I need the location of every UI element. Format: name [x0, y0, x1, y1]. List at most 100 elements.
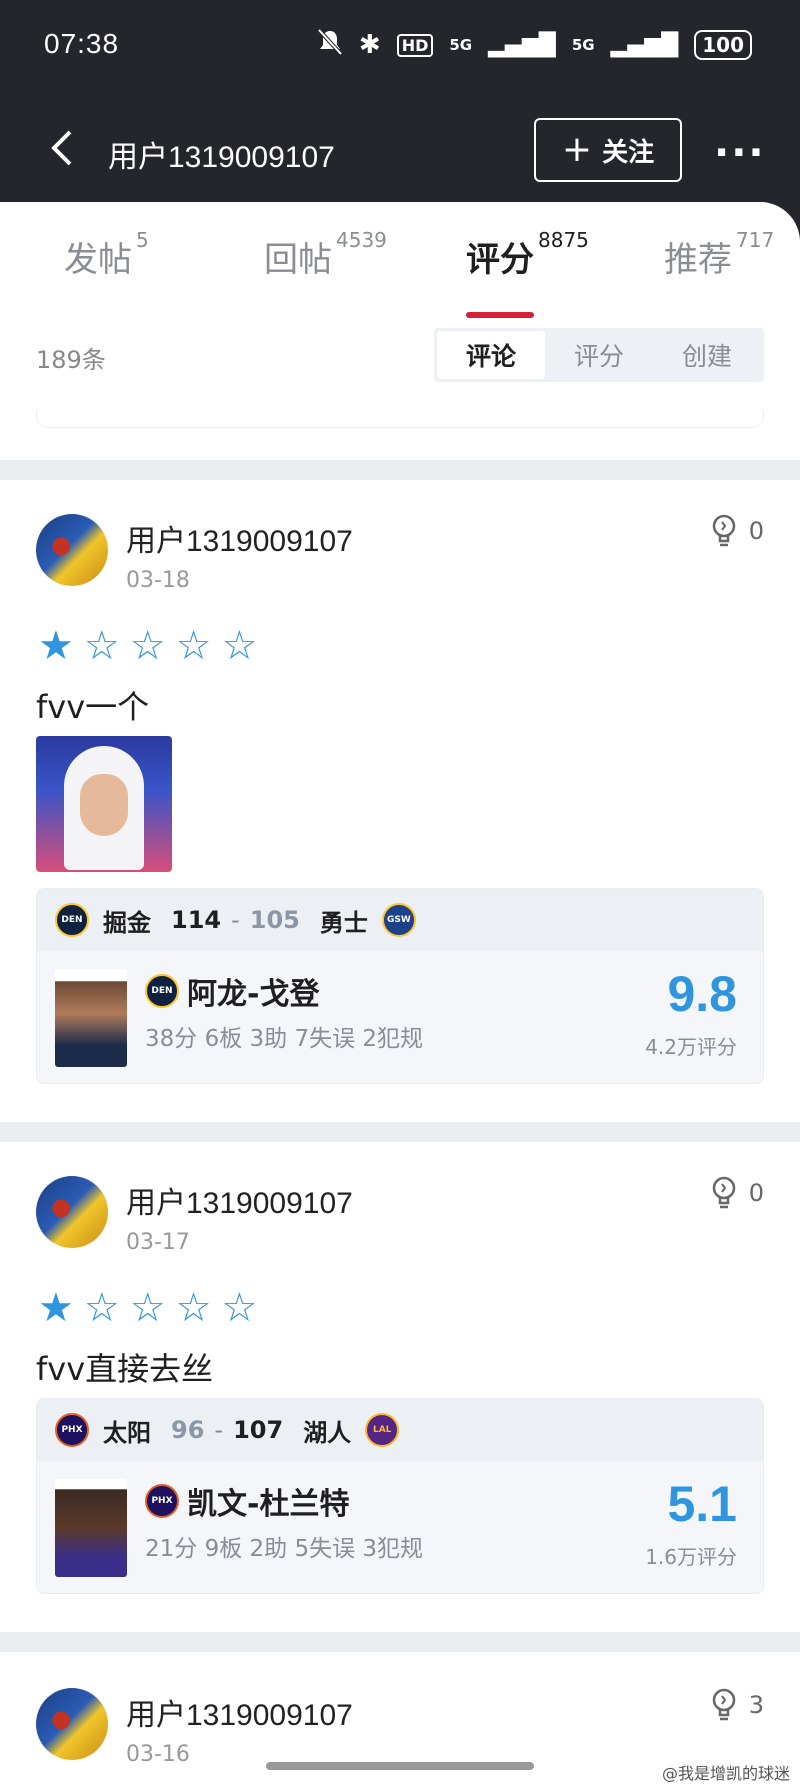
- hd-icon: HD: [396, 33, 434, 57]
- mute-bell-icon: [317, 28, 343, 62]
- username[interactable]: 用户1319009107: [126, 1690, 353, 1734]
- away-team: 勇士: [319, 908, 368, 937]
- username[interactable]: 用户1319009107: [126, 1178, 353, 1222]
- star-rating: ★ ☆ ☆ ☆ ☆: [38, 1288, 257, 1328]
- player-stats: 38分 6板 3助 7失误 2犯规: [145, 1026, 424, 1052]
- status-bar: 07:38 ✱ HD 5G ▂▄▆█ 5G ▂▄▆█ 100: [0, 0, 800, 96]
- item-count: 189条: [36, 346, 106, 374]
- active-tab-indicator: [466, 312, 534, 318]
- tab-recommend[interactable]: 推荐 717: [664, 228, 774, 281]
- signal-bars-icon: ▂▄▆█: [488, 32, 556, 58]
- segment-ratings[interactable]: 评分: [545, 331, 653, 379]
- tab-posts[interactable]: 发帖 5: [64, 228, 149, 281]
- comment-text: fvv一个: [36, 688, 150, 726]
- lightbulb-icon: [712, 514, 735, 547]
- signal-5g-2-icon: 5G: [571, 36, 595, 54]
- like-count: 0: [748, 1179, 764, 1207]
- game-header: DEN 掘金 114 - 105 勇士 GSW: [37, 889, 763, 951]
- tab-replies[interactable]: 回帖 4539: [264, 228, 387, 281]
- lightbulb-icon: [712, 1688, 735, 1721]
- like-button[interactable]: 3: [711, 1688, 764, 1722]
- player-name: 凯文-杜兰特: [187, 1487, 350, 1522]
- tab-count: 8875: [538, 228, 589, 252]
- star-empty-icon: ☆: [129, 1285, 166, 1331]
- more-options-icon[interactable]: ···: [714, 130, 766, 176]
- home-team: 掘金: [103, 908, 151, 937]
- star-empty-icon: ☆: [221, 623, 258, 669]
- lightbulb-icon: [712, 1176, 735, 1209]
- suns-logo-icon: PHX: [145, 1484, 179, 1518]
- star-filled-icon: ★: [38, 623, 74, 669]
- watermark: @我是增凯的球迷: [661, 1764, 790, 1783]
- back-arrow-icon[interactable]: [48, 128, 78, 168]
- star-empty-icon: ☆: [221, 1285, 258, 1331]
- star-empty-icon: ☆: [129, 623, 166, 669]
- avatar[interactable]: [36, 514, 108, 586]
- like-button[interactable]: 0: [711, 514, 764, 548]
- battery-icon: 100: [694, 30, 752, 60]
- signal-bars-2-icon: ▂▄▆█: [610, 32, 679, 58]
- lakers-logo-icon: LAL: [365, 1413, 400, 1447]
- star-empty-icon: ☆: [175, 1285, 212, 1331]
- segment-created[interactable]: 创建: [653, 331, 761, 379]
- avatar[interactable]: [36, 1688, 108, 1760]
- avatar[interactable]: [36, 1176, 108, 1248]
- like-count: 3: [748, 1691, 764, 1719]
- player-name: 阿龙-戈登: [187, 977, 320, 1012]
- home-team: 太阳: [103, 1418, 151, 1447]
- star-rating: ★ ☆ ☆ ☆ ☆: [38, 626, 257, 666]
- rating-count: 4.2万评分: [645, 1035, 737, 1059]
- star-empty-icon: ☆: [175, 623, 212, 669]
- game-rating-card[interactable]: PHX 太阳 96 - 107 湖人 LAL PHX 凯文-杜兰特 21分 9板…: [36, 1398, 764, 1594]
- tab-sheet: 发帖 5 回帖 4539 评分 8875 推荐 717 189条 评论 评分 创建: [0, 202, 800, 460]
- follow-button[interactable]: + 关注: [534, 118, 682, 182]
- tab-bar: 发帖 5 回帖 4539 评分 8875 推荐 717: [0, 222, 800, 318]
- comment-card: 用户1319009107 03-17 0 ★ ☆ ☆ ☆ ☆ fvv直接去丝 P…: [0, 1142, 800, 1632]
- status-time: 07:38: [44, 28, 120, 59]
- like-count: 0: [748, 517, 764, 545]
- comment-card: 用户1319009107 03-18 0 ★ ☆ ☆ ☆ ☆ fvv一个 DEN…: [0, 480, 800, 1122]
- home-score: 96: [171, 1416, 205, 1444]
- tab-count: 4539: [336, 228, 387, 252]
- player-rating: 5.1: [667, 1476, 737, 1532]
- comment-text: fvv直接去丝: [36, 1350, 214, 1388]
- away-score: 105: [249, 906, 300, 934]
- away-score: 107: [233, 1416, 284, 1444]
- player-row: PHX 凯文-杜兰特 21分 9板 2助 5失误 3犯规 5.1 1.6万评分: [37, 1461, 763, 1593]
- star-empty-icon: ☆: [83, 623, 120, 669]
- home-indicator[interactable]: [266, 1762, 534, 1770]
- score-dash: -: [231, 906, 240, 934]
- tab-count: 5: [136, 228, 149, 252]
- status-icons: ✱ HD 5G ▂▄▆█ 5G ▂▄▆█ 100: [317, 28, 752, 62]
- tab-label: 回帖: [264, 240, 332, 280]
- nav-bar: 用户1319009107 + 关注 ···: [0, 110, 800, 190]
- post-date: 03-18: [126, 568, 190, 593]
- warriors-logo-icon: GSW: [381, 903, 416, 937]
- game-header: PHX 太阳 96 - 107 湖人 LAL: [37, 1399, 763, 1461]
- signal-5g-icon: 5G: [449, 36, 473, 54]
- comment-image[interactable]: [36, 736, 172, 872]
- star-filled-icon: ★: [38, 1285, 74, 1331]
- player-photo: [55, 1479, 127, 1577]
- bluetooth-icon: ✱: [358, 30, 381, 60]
- away-team: 湖人: [303, 1418, 352, 1447]
- suns-logo-icon: PHX: [55, 1413, 89, 1447]
- player-row: DEN 阿龙-戈登 38分 6板 3助 7失误 2犯规 9.8 4.2万评分: [37, 951, 763, 1083]
- player-rating: 9.8: [667, 966, 737, 1022]
- home-score: 114: [171, 906, 222, 934]
- previous-card-edge: [36, 410, 764, 428]
- segment-comments[interactable]: 评论: [437, 331, 545, 379]
- game-rating-card[interactable]: DEN 掘金 114 - 105 勇士 GSW DEN 阿龙-戈登 38分 6板…: [36, 888, 764, 1084]
- like-button[interactable]: 0: [711, 1176, 764, 1210]
- segment-control: 评论 评分 创建: [434, 328, 764, 382]
- plus-icon: +: [561, 129, 593, 170]
- player-name-row: PHX 凯文-杜兰特: [145, 1479, 349, 1523]
- player-name-row: DEN 阿龙-戈登: [145, 969, 319, 1013]
- username[interactable]: 用户1319009107: [126, 516, 353, 560]
- tab-label: 评分: [466, 240, 534, 280]
- nuggets-logo-icon: DEN: [145, 974, 179, 1008]
- image-face: [80, 774, 128, 836]
- tab-ratings[interactable]: 评分 8875: [466, 228, 589, 281]
- follow-label: 关注: [602, 137, 655, 168]
- tab-label: 推荐: [664, 240, 732, 280]
